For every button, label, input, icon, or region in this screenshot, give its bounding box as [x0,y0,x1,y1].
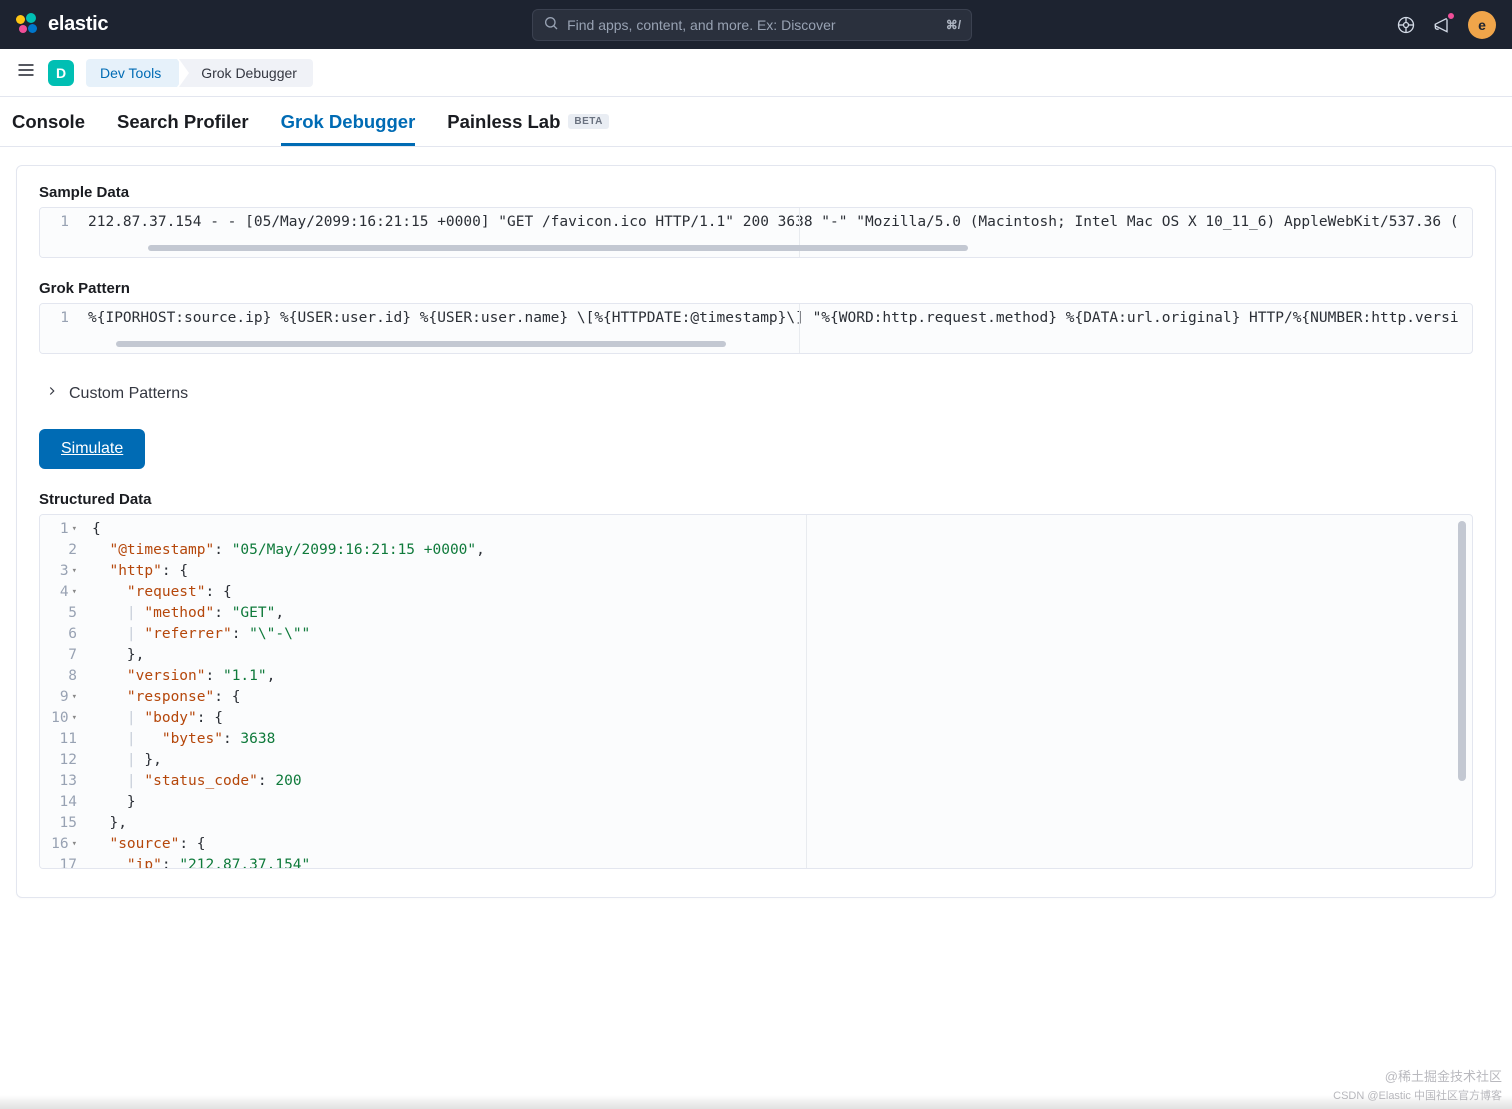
custom-patterns-label: Custom Patterns [69,385,188,403]
user-avatar[interactable]: e [1468,11,1496,39]
output-line: | "method": "GET", [92,603,485,624]
beta-badge: BETA [568,114,608,129]
tab-console[interactable]: Console [12,99,85,145]
tab-search-profiler[interactable]: Search Profiler [117,99,249,145]
elastic-logo-icon [16,13,40,37]
fold-toggle-icon[interactable]: ▾ [72,586,77,599]
line-number: 13 [50,771,77,792]
line-number: 12 [50,750,77,771]
line-number: 7 [50,645,77,666]
output-line: | "bytes": 3638 [92,729,485,750]
output-line: | "status_code": 200 [92,771,485,792]
watermark: CSDN @Elastic 中国社区官方博客 [1333,1087,1502,1103]
watermark: @稀土掘金技术社区 [1385,1066,1502,1085]
bottom-shadow [0,1095,1512,1109]
output-line: | "body": { [92,708,485,729]
fold-toggle-icon[interactable]: ▾ [72,523,77,536]
space-selector[interactable]: D [48,60,74,86]
line-number: 2 [50,540,77,561]
sample-data-editor[interactable]: 1 212.87.37.154 - - [05/May/2099:16:21:1… [39,207,1473,258]
line-number: 1 [50,308,69,329]
grok-pattern-label: Grok Pattern [39,280,1473,297]
structured-data-output[interactable]: 1▾23▾4▾56789▾10▾111213141516▾171819▾2021… [39,514,1473,869]
line-number: 15 [50,813,77,834]
output-line: } [92,792,485,813]
output-line: }, [92,645,485,666]
line-number: 10▾ [50,708,77,729]
output-line: "http": { [92,561,485,582]
line-number: 14 [50,792,77,813]
grok-page: Sample Data 1 212.87.37.154 - - [05/May/… [0,147,1512,938]
line-number: 8 [50,666,77,687]
fold-toggle-icon[interactable]: ▾ [72,712,77,725]
output-line: }, [92,813,485,834]
help-icon[interactable] [1396,15,1416,35]
line-number: 11 [50,729,77,750]
hscrollbar[interactable] [88,341,1462,347]
vscrollbar[interactable] [1458,521,1466,862]
sample-data-label: Sample Data [39,184,1473,201]
fold-toggle-icon[interactable]: ▾ [72,838,77,851]
line-number: 3▾ [50,561,77,582]
output-line: "ip": "212.87.37.154" [92,855,485,869]
nav-toggle-icon[interactable] [16,60,36,85]
search-kbd-hint: ⌘/ [946,18,961,32]
notification-dot [1446,11,1456,21]
brand-wordmark: elastic [48,13,108,36]
chrome-subheader: D Dev Tools Grok Debugger [0,49,1512,97]
breadcrumb-devtools[interactable]: Dev Tools [86,59,177,87]
brand-cluster[interactable]: elastic [16,13,108,37]
output-line: "version": "1.1", [92,666,485,687]
search-icon [543,15,559,34]
line-number: 1 [50,212,69,233]
chevron-right-icon [45,384,59,403]
output-line: "source": { [92,834,485,855]
line-number: 6 [50,624,77,645]
hscrollbar[interactable] [88,245,1462,251]
structured-data-label: Structured Data [39,491,1473,508]
line-number: 17 [50,855,77,869]
header-right: e [1396,11,1496,39]
devtools-tabs: Console Search Profiler Grok Debugger Pa… [0,97,1512,147]
line-number: 5 [50,603,77,624]
line-number: 4▾ [50,582,77,603]
output-line: "response": { [92,687,485,708]
output-line: | "referrer": "\"-\"" [92,624,485,645]
fold-toggle-icon[interactable]: ▾ [72,565,77,578]
grok-pattern-editor[interactable]: 1 %{IPORHOST:source.ip} %{USER:user.id} … [39,303,1473,354]
breadcrumb: Dev Tools Grok Debugger [86,59,313,87]
output-line: | }, [92,750,485,771]
tab-painless-lab[interactable]: Painless Lab BETA [447,99,609,145]
line-number: 1▾ [50,519,77,540]
tab-grok-debugger[interactable]: Grok Debugger [281,99,416,146]
grok-panel: Sample Data 1 212.87.37.154 - - [05/May/… [16,165,1496,898]
line-number: 9▾ [50,687,77,708]
search-placeholder: Find apps, content, and more. Ex: Discov… [567,17,938,33]
tab-painless-label: Painless Lab [447,111,560,133]
output-line: "@timestamp": "05/May/2099:16:21:15 +000… [92,540,485,561]
line-number: 16▾ [50,834,77,855]
simulate-button[interactable]: Simulate [39,429,145,469]
custom-patterns-accordion[interactable]: Custom Patterns [39,376,1473,407]
global-search-wrap: Find apps, content, and more. Ex: Discov… [124,9,1380,41]
global-header: elastic Find apps, content, and more. Ex… [0,0,1512,49]
newsfeed-icon[interactable] [1432,15,1452,35]
output-line: { [92,519,485,540]
fold-toggle-icon[interactable]: ▾ [72,691,77,704]
breadcrumb-grokdebugger: Grok Debugger [179,59,313,87]
output-line: "request": { [92,582,485,603]
global-search[interactable]: Find apps, content, and more. Ex: Discov… [532,9,972,41]
